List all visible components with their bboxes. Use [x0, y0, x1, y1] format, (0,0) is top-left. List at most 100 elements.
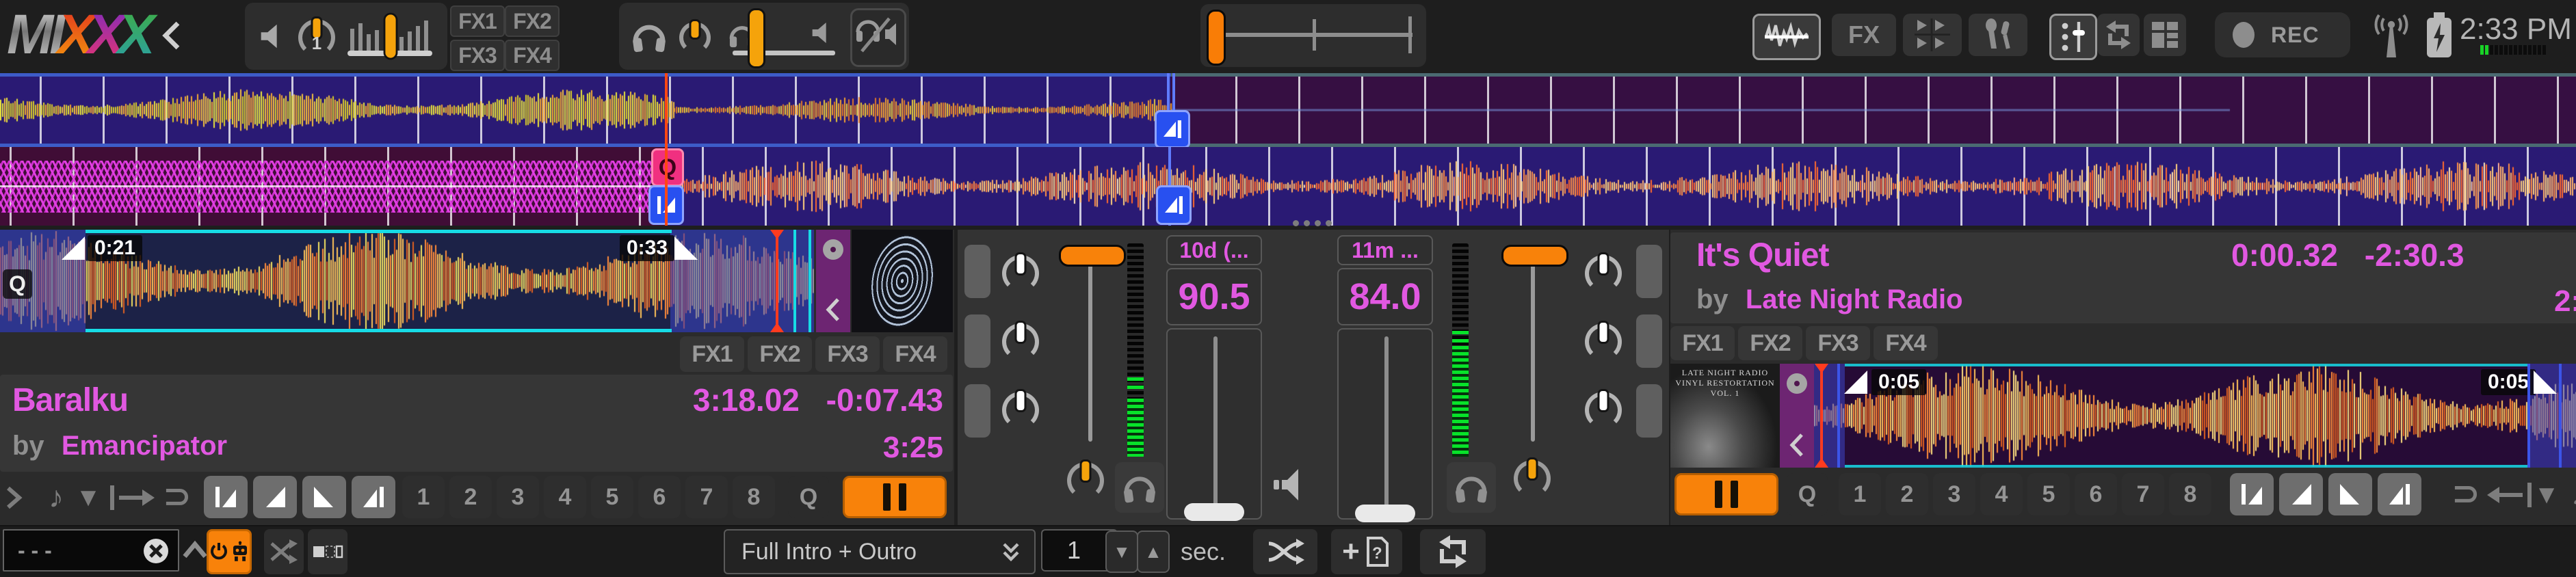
deck1-scrolling-waveform[interactable]	[0, 73, 2576, 147]
pitch-down-icon[interactable]: ▼	[2531, 474, 2562, 515]
hotcue-button[interactable]: 7	[685, 476, 728, 518]
headphone-gain-knob[interactable]	[679, 22, 711, 53]
ch1-eq-high-knob[interactable]	[1002, 255, 1039, 292]
hotcue-button[interactable]: 1	[1839, 473, 1881, 515]
ch1-eq-low-knob[interactable]	[1002, 392, 1039, 429]
mixer-toggle-button[interactable]	[2049, 14, 2097, 60]
collapse-left-icon[interactable]	[160, 19, 183, 52]
fx2-slot-button[interactable]: FX2	[505, 5, 560, 37]
fx1-slot-button[interactable]: FX1	[450, 5, 505, 37]
deck2-play-pause-button[interactable]	[1674, 473, 1778, 515]
collapse-deck-icon[interactable]	[824, 297, 842, 323]
hotcue-button[interactable]: 3	[497, 476, 539, 518]
equalizer-icon[interactable]	[347, 12, 434, 60]
ch1-headphone-cue-button[interactable]	[1115, 462, 1164, 513]
clear-search-icon[interactable]	[142, 537, 170, 565]
ch1-fx-assign-button[interactable]	[964, 384, 990, 438]
deck1-cue-button[interactable]: Q	[788, 476, 829, 518]
vinyl-icon[interactable]	[1787, 373, 1807, 394]
transition-mode-select[interactable]: Full Intro + Outro	[724, 529, 1036, 574]
headphone-split-button[interactable]	[850, 8, 906, 67]
intro-end-button[interactable]	[2279, 473, 2323, 515]
deck2-fx4-button[interactable]: FX4	[1874, 326, 1938, 360]
deck2-bpm-display[interactable]: 84.0	[1337, 268, 1433, 325]
intro-end-button[interactable]	[253, 476, 297, 518]
deck1-overview-waveform[interactable]: Q 0:21 0:33	[0, 230, 814, 332]
deck1-fx1-button[interactable]: FX1	[680, 336, 744, 372]
deck2-fx2-button[interactable]: FX2	[1738, 326, 1802, 360]
deck1-fx4-button[interactable]: FX4	[883, 336, 947, 372]
deck2-fx1-button[interactable]: FX1	[1670, 326, 1735, 360]
ch2-fx-assign-button[interactable]	[1636, 245, 1662, 298]
library-toggle-button[interactable]	[2144, 14, 2186, 56]
crossfader-handle[interactable]	[1207, 10, 1226, 66]
loop-toggle-button[interactable]	[2097, 14, 2140, 56]
key-music-note-icon[interactable]: ♪	[38, 477, 74, 518]
key-music-note-icon[interactable]: ♪	[2561, 474, 2576, 515]
deck2-scrolling-waveform[interactable]: Q	[0, 147, 2576, 226]
ch2-headphone-cue-button[interactable]	[1447, 462, 1496, 513]
deck1-key-display[interactable]: 10d (...	[1166, 235, 1262, 265]
spin-up-button[interactable]: ▲	[1137, 531, 1170, 573]
four-decks-toggle-button[interactable]	[1903, 14, 1962, 56]
transition-seconds-value[interactable]: 1	[1041, 536, 1107, 565]
outro-end-button[interactable]	[2378, 473, 2421, 515]
intro-start-button[interactable]	[2230, 473, 2274, 515]
ch2-gain-knob[interactable]	[1514, 460, 1551, 497]
splitter-handle[interactable]	[1293, 220, 1332, 226]
outro-end-button[interactable]	[352, 476, 395, 518]
hotcue-button[interactable]: 1	[402, 476, 445, 518]
collapse-deck-icon[interactable]	[1788, 432, 1806, 458]
autodj-enable-button[interactable]	[207, 529, 252, 574]
hotcue-button[interactable]: 2	[449, 476, 492, 518]
effects-toggle-button[interactable]: FX	[1832, 14, 1896, 56]
pitch-down-icon[interactable]: ▼	[73, 477, 104, 518]
deck2-fx3-button[interactable]: FX3	[1806, 326, 1870, 360]
outro-start-button[interactable]	[302, 476, 346, 518]
intro-end-marker-badge[interactable]	[1156, 185, 1192, 225]
hotcue-button[interactable]: 8	[2169, 473, 2211, 515]
deck2-overview-waveform[interactable]: 0:05 0:05	[1814, 364, 2576, 468]
quantize-icon[interactable]	[108, 484, 156, 511]
hotcue-button[interactable]: 2	[1886, 473, 1928, 515]
deck1-play-pause-button[interactable]	[843, 476, 947, 518]
deck1-pitch-slider[interactable]	[1166, 328, 1262, 520]
ch2-volume-fader-handle[interactable]	[1501, 245, 1568, 267]
hotcue-button[interactable]: 6	[2075, 473, 2117, 515]
fx4-slot-button[interactable]: FX4	[505, 40, 560, 71]
deck1-fx2-button[interactable]: FX2	[748, 336, 812, 372]
autodj-shuffle-button[interactable]	[1253, 529, 1317, 574]
cue-marker-badge[interactable]: Q	[651, 148, 684, 187]
deck2-album-art[interactable]: Late Night Radio Vinyl Restortation Vol.…	[1670, 364, 1780, 468]
deck2-pitch-slider[interactable]	[1337, 328, 1433, 520]
mix-slider-handle[interactable]	[748, 8, 765, 68]
slip-mode-icon[interactable]: ⊃	[160, 476, 194, 517]
waveforms-toggle-button[interactable]	[1752, 14, 1821, 60]
ch2-fx-assign-button[interactable]	[1636, 314, 1662, 368]
ch1-eq-mid-knob[interactable]	[1002, 323, 1039, 360]
deck2-cue-button[interactable]: Q	[1787, 473, 1828, 515]
main-gain-knob[interactable]: 1	[298, 19, 335, 56]
broadcast-icon[interactable]	[2372, 14, 2410, 59]
spin-down-button[interactable]: ▼	[1105, 531, 1138, 573]
deck1-bpm-display[interactable]: 90.5	[1166, 268, 1262, 325]
fx3-slot-button[interactable]: FX3	[450, 40, 505, 71]
outro-end-marker-badge[interactable]	[1155, 110, 1190, 147]
vinyl-icon[interactable]	[823, 239, 843, 260]
ch1-fx-assign-button[interactable]	[964, 245, 990, 298]
hotcue-button[interactable]: 5	[591, 476, 633, 518]
deck1-pitch-handle[interactable]	[1184, 503, 1244, 521]
autodj-add-random-button[interactable]: + ?	[1331, 529, 1402, 574]
slip-mode-icon[interactable]: ⊃	[2449, 473, 2483, 514]
headphone-mix-slider[interactable]	[727, 8, 843, 66]
expand-controls-icon[interactable]	[4, 485, 23, 510]
intro-start-button[interactable]	[204, 476, 248, 518]
quantize-icon[interactable]	[2486, 481, 2534, 509]
outro-start-button[interactable]	[2328, 473, 2372, 515]
ch1-fx-assign-button[interactable]	[964, 314, 990, 368]
hotcue-button[interactable]: 3	[1933, 473, 1975, 515]
ch1-gain-knob[interactable]	[1067, 462, 1104, 499]
hotcue-button[interactable]: 8	[733, 476, 775, 518]
ch2-eq-low-knob[interactable]	[1585, 392, 1622, 429]
deck2-pitch-handle[interactable]	[1355, 505, 1415, 522]
